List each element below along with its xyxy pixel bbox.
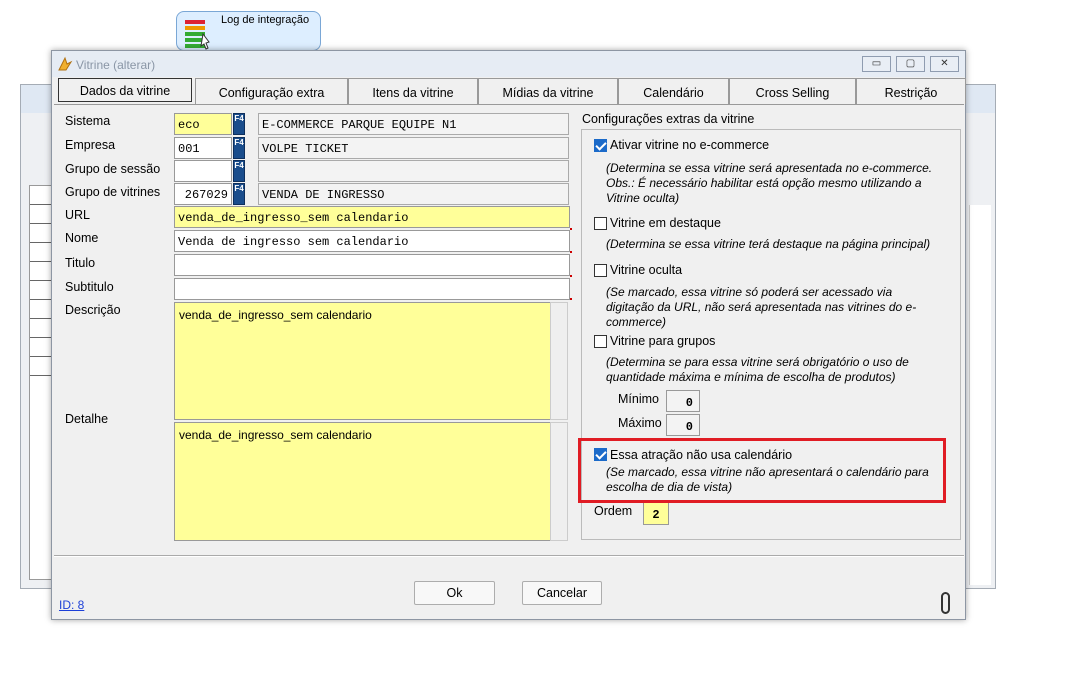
app-icon [58,56,73,71]
id-link[interactable]: ID: 8 [59,598,84,612]
maximo-label: Máximo [618,416,662,430]
attachment-icon[interactable] [941,592,950,614]
descricao-text: venda_de_ingresso_sem calendario [179,308,372,322]
ordem-label: Ordem [594,504,633,518]
ordem-input[interactable]: 2 [643,502,669,525]
descricao-label: Descrição [65,303,121,317]
close-button[interactable]: ✕ [930,56,959,72]
oculta-checkbox[interactable] [594,264,607,277]
nome-input[interactable]: Venda de ingresso sem calendario [174,230,570,252]
grupo-vitrines-code-input[interactable]: 267029 [174,183,232,205]
restore-button[interactable]: ▢ [896,56,925,72]
grupo-sessao-code-input[interactable] [174,160,232,182]
grupos-checkbox[interactable] [594,335,607,348]
sistema-description: E-COMMERCE PARQUE EQUIPE N1 [258,113,569,135]
empresa-code-input[interactable]: 001 [174,137,232,159]
detalhe-text: venda_de_ingresso_sem calendario [179,428,372,442]
destaque-checkbox[interactable] [594,217,607,230]
grupos-note: (Determina se para essa vitrine será obr… [606,355,909,384]
detalhe-textarea[interactable]: venda_de_ingresso_sem calendario [174,422,568,541]
window-title: Vitrine (alterar) [76,58,156,72]
minimize-button[interactable]: ▭ [862,56,891,72]
detalhe-label: Detalhe [65,412,109,426]
tab-restricao[interactable]: Restrição [856,78,966,104]
subtitulo-input[interactable] [174,278,570,300]
tab-midias-da-vitrine[interactable]: Mídias da vitrine [478,78,618,104]
footer-separator [54,555,964,557]
tab-itens-da-vitrine[interactable]: Itens da vitrine [348,78,478,104]
grupo-sessao-description [258,160,569,182]
nome-label: Nome [65,231,99,245]
ativar-checkbox[interactable] [594,139,607,152]
empresa-lookup-button[interactable]: F4 [233,137,245,159]
grupos-label: Vitrine para grupos [610,334,716,348]
extras-title: Configurações extras da vitrine [582,112,755,126]
destaque-label: Vitrine em destaque [610,216,721,230]
shortcut-label: Log de integração [221,14,310,26]
ativar-label: Ativar vitrine no e-commerce [610,138,770,152]
tab-bar: Dados da vitrine Configuração extra Iten… [56,78,966,104]
tab-dados-da-vitrine[interactable]: Dados da vitrine [58,78,192,102]
titulo-label: Titulo [65,256,96,270]
ok-button[interactable]: Ok [414,581,495,605]
url-input[interactable]: venda_de_ingresso_sem calendario [174,206,570,228]
empresa-description: VOLPE TICKET [258,137,569,159]
cancel-button[interactable]: Cancelar [522,581,602,605]
background-list [969,205,991,585]
sistema-label: Sistema [65,114,111,128]
sistema-code-input[interactable]: eco [174,113,232,135]
minimo-input[interactable]: 0 [666,390,700,412]
url-label: URL [65,208,91,222]
ativar-note: (Determina se essa vitrine será apresent… [606,161,933,205]
oculta-note: (Se marcado, essa vitrine só poderá ser … [606,285,917,329]
titulo-input[interactable] [174,254,570,276]
oculta-label: Vitrine oculta [610,263,683,277]
vitrine-dialog: Vitrine (alterar) ▭ ▢ ✕ Dados da vitrine… [51,50,966,620]
destaque-note: (Determina se essa vitrine terá destaque… [606,237,931,251]
tab-calendario[interactable]: Calendário [618,78,729,104]
grupo-sessao-label: Grupo de sessão [65,162,161,176]
descricao-scrollbar[interactable] [550,302,568,420]
grupo-vitrines-lookup-button[interactable]: F4 [233,183,245,205]
titlebar: Vitrine (alterar) ▭ ▢ ✕ [52,51,965,77]
subtitulo-label: Subtitulo [65,280,114,294]
detalhe-scrollbar[interactable] [550,422,568,541]
grupo-sessao-lookup-button[interactable]: F4 [233,160,245,182]
minimo-label: Mínimo [618,392,659,406]
tab-configuracao-extra[interactable]: Configuração extra [195,78,348,104]
maximo-input[interactable]: 0 [666,414,700,436]
grupo-vitrines-description: VENDA DE INGRESSO [258,183,569,205]
tab-cross-selling[interactable]: Cross Selling [729,78,856,104]
grupo-vitrines-label: Grupo de vitrines [65,185,161,199]
descricao-textarea[interactable]: venda_de_ingresso_sem calendario [174,302,568,420]
log-integracao-shortcut[interactable]: Log de integração [176,11,321,51]
highlight-box [578,438,946,503]
empresa-label: Empresa [65,138,116,152]
sistema-lookup-button[interactable]: F4 [233,113,245,135]
log-icon [185,20,210,50]
